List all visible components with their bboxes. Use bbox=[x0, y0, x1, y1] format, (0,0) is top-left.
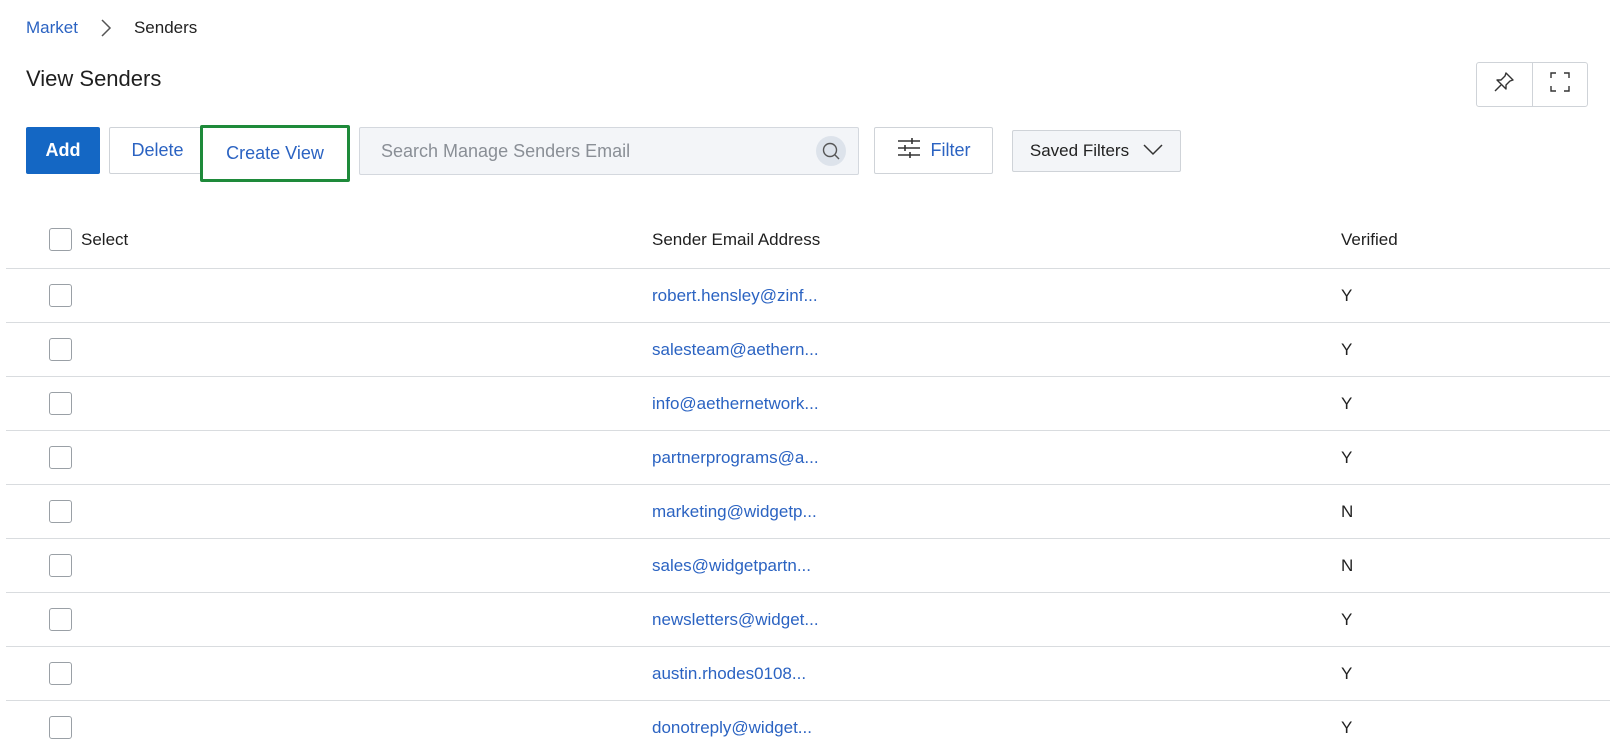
verified-value: Y bbox=[1341, 447, 1353, 467]
table-row: partnerprograms@a... Y bbox=[6, 431, 1610, 485]
sender-email-link[interactable]: donotreply@widget... bbox=[652, 718, 812, 738]
sender-email-link[interactable]: robert.hensley@zinf... bbox=[652, 286, 818, 306]
select-header: Select bbox=[49, 211, 128, 268]
row-checkbox[interactable] bbox=[49, 554, 72, 577]
saved-filters-dropdown[interactable]: Saved Filters bbox=[1012, 130, 1181, 172]
pin-button[interactable] bbox=[1477, 63, 1532, 106]
sender-email-link[interactable]: partnerprograms@a... bbox=[652, 448, 819, 468]
sender-email-link[interactable]: austin.rhodes0108... bbox=[652, 664, 806, 684]
chevron-right-icon bbox=[94, 16, 118, 40]
page: Market Senders View Senders Add Delete C… bbox=[0, 0, 1610, 751]
verified-value: Y bbox=[1341, 393, 1353, 413]
row-checkbox[interactable] bbox=[49, 500, 72, 523]
search-icon[interactable] bbox=[816, 136, 846, 166]
table-row: newsletters@widget... Y bbox=[6, 593, 1610, 647]
breadcrumb: Market Senders bbox=[26, 16, 197, 40]
sender-email-link[interactable]: salesteam@aethern... bbox=[652, 340, 819, 360]
verified-value: Y bbox=[1341, 663, 1353, 683]
filter-button[interactable]: Filter bbox=[874, 127, 993, 174]
sender-email-link[interactable]: newsletters@widget... bbox=[652, 610, 819, 630]
row-checkbox[interactable] bbox=[49, 284, 72, 307]
delete-button[interactable]: Delete bbox=[109, 127, 206, 174]
table-row: sales@widgetpartn... N bbox=[6, 539, 1610, 593]
email-column-header[interactable]: Sender Email Address bbox=[652, 211, 820, 268]
table-row: marketing@widgetp... N bbox=[6, 485, 1610, 539]
fullscreen-button[interactable] bbox=[1531, 63, 1588, 106]
table-row: donotreply@widget... Y bbox=[6, 701, 1610, 751]
saved-filters-label: Saved Filters bbox=[1029, 141, 1130, 160]
search-box bbox=[359, 127, 859, 175]
verified-value: Y bbox=[1341, 285, 1353, 305]
row-checkbox[interactable] bbox=[49, 446, 72, 469]
select-column-label: Select bbox=[81, 229, 129, 249]
sender-email-link[interactable]: info@aethernetwork... bbox=[652, 394, 819, 414]
row-checkbox[interactable] bbox=[49, 662, 72, 685]
verified-column-header[interactable]: Verified bbox=[1341, 211, 1398, 268]
row-checkbox[interactable] bbox=[49, 392, 72, 415]
sender-email-link[interactable]: sales@widgetpartn... bbox=[652, 556, 811, 576]
add-button[interactable]: Add bbox=[26, 127, 100, 174]
table-row: robert.hensley@zinf... Y bbox=[6, 269, 1610, 323]
senders-table: Select Sender Email Address Verified rob… bbox=[6, 211, 1610, 751]
chevron-down-icon bbox=[1143, 141, 1163, 161]
search-input[interactable] bbox=[360, 128, 816, 174]
breadcrumb-market-link[interactable]: Market bbox=[26, 18, 78, 38]
fullscreen-icon bbox=[1549, 71, 1571, 98]
verified-value: Y bbox=[1341, 609, 1353, 629]
row-checkbox[interactable] bbox=[49, 338, 72, 361]
page-title: View Senders bbox=[26, 66, 162, 91]
view-actions-group bbox=[1476, 62, 1588, 107]
table-header: Select Sender Email Address Verified bbox=[6, 211, 1610, 269]
row-checkbox[interactable] bbox=[49, 716, 72, 739]
table-row: info@aethernetwork... Y bbox=[6, 377, 1610, 431]
verified-value: Y bbox=[1341, 339, 1353, 359]
table-row: austin.rhodes0108... Y bbox=[6, 647, 1610, 701]
breadcrumb-current: Senders bbox=[133, 18, 198, 37]
verified-value: N bbox=[1341, 501, 1354, 521]
filter-label: Filter bbox=[930, 140, 971, 160]
verified-value: Y bbox=[1341, 717, 1353, 737]
select-all-checkbox[interactable] bbox=[49, 228, 72, 251]
sliders-icon bbox=[897, 137, 921, 164]
create-view-button[interactable]: Create View bbox=[200, 125, 350, 182]
table-row: salesteam@aethern... Y bbox=[6, 323, 1610, 377]
pin-icon bbox=[1493, 71, 1515, 98]
verified-value: N bbox=[1341, 555, 1354, 575]
row-checkbox[interactable] bbox=[49, 608, 72, 631]
sender-email-link[interactable]: marketing@widgetp... bbox=[652, 502, 817, 522]
